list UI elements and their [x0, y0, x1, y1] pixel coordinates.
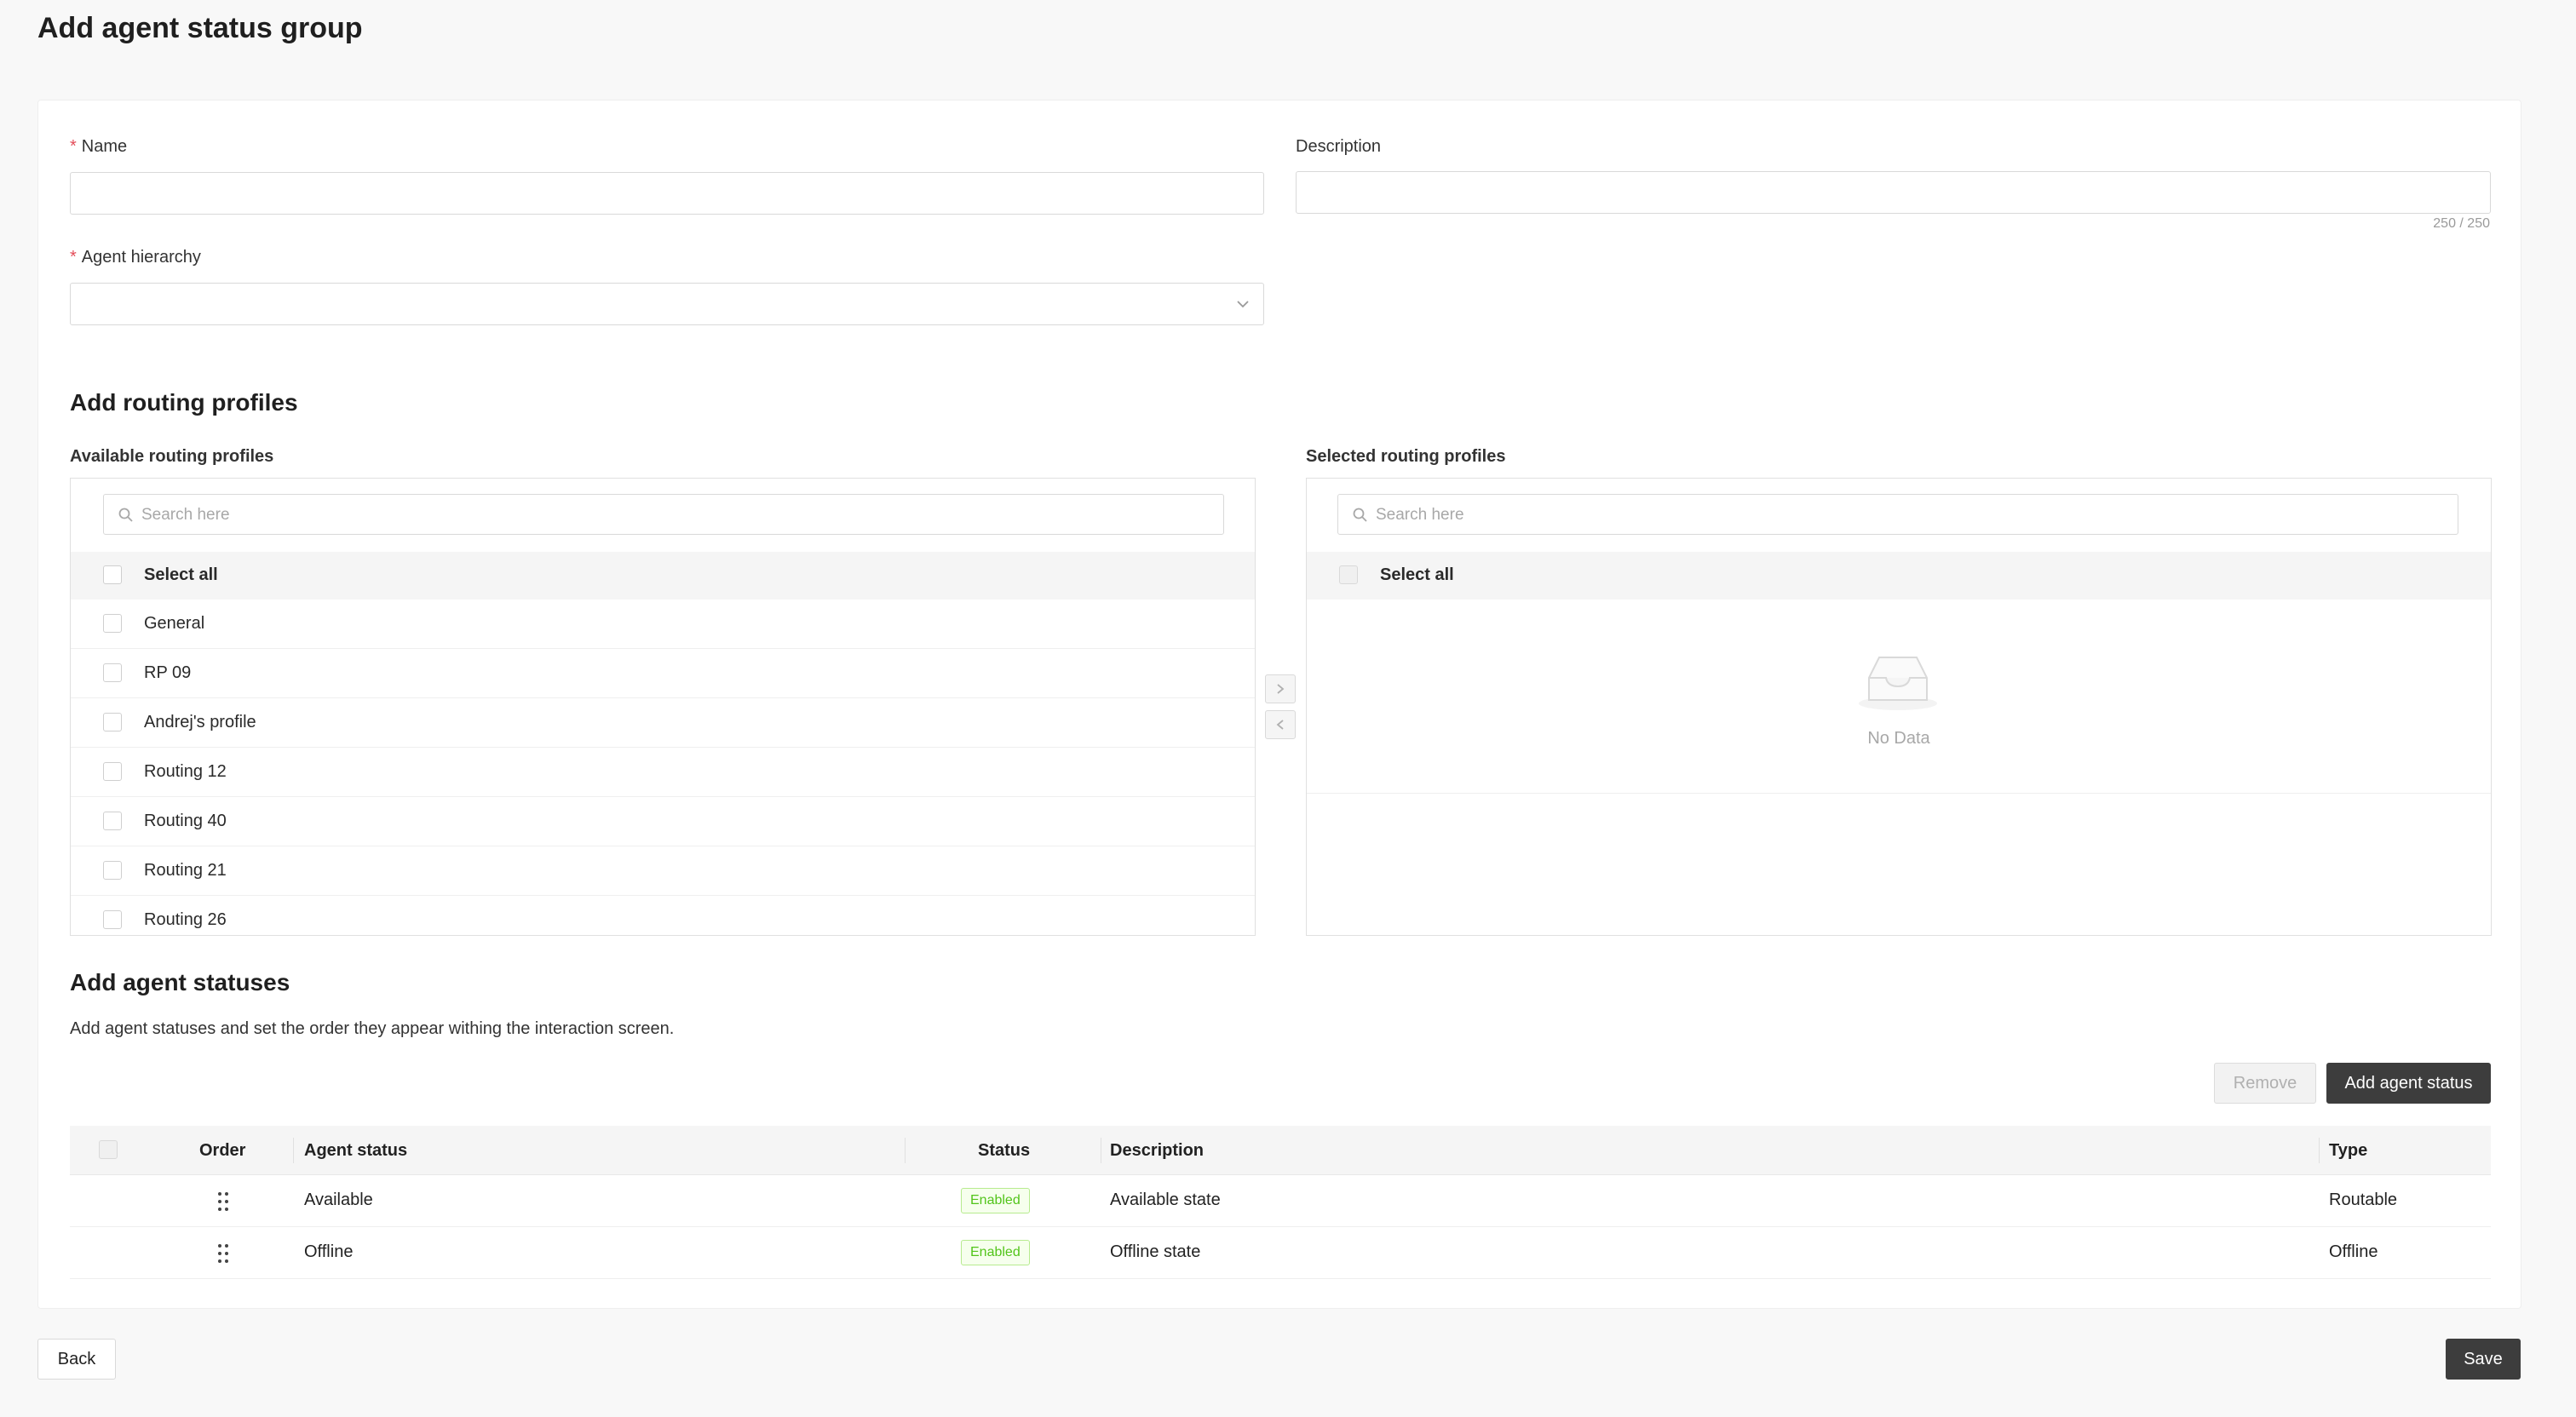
select-all-row: Select all	[1307, 552, 2491, 600]
agent-status-cell: Available	[304, 1190, 373, 1209]
available-profiles-label: Available routing profiles	[70, 447, 274, 466]
chevron-right-icon	[1277, 684, 1285, 694]
table-row[interactable]: Available Enabled Available state Routab…	[70, 1175, 2491, 1227]
search-icon	[118, 508, 133, 522]
description-cell: Offline state	[1110, 1242, 1201, 1261]
column-divider	[293, 1138, 294, 1163]
name-label: * Name	[70, 137, 127, 157]
list-item[interactable]: Routing 21	[71, 846, 1255, 896]
hierarchy-label-text: Agent hierarchy	[81, 248, 201, 267]
col-type: Type	[2329, 1141, 2368, 1160]
chevron-down-icon	[1237, 301, 1249, 308]
required-marker: *	[70, 137, 77, 156]
name-input[interactable]	[70, 172, 1264, 215]
save-button[interactable]: Save	[2446, 1339, 2521, 1380]
routing-section-title: Add routing profiles	[70, 389, 298, 416]
list-item-label: RP 09	[144, 663, 192, 682]
statuses-description: Add agent statuses and set the order the…	[70, 1019, 675, 1038]
type-cell: Routable	[2329, 1190, 2398, 1209]
empty-inbox-icon	[1859, 657, 1937, 710]
description-input[interactable]	[1296, 171, 2491, 214]
table-row[interactable]: Offline Enabled Offline state Offline	[70, 1227, 2491, 1279]
list-item[interactable]: Routing 26	[71, 896, 1255, 935]
col-status: Status	[978, 1141, 1031, 1160]
list-item-label: Routing 40	[144, 812, 227, 830]
selected-search-input[interactable]: Search here	[1337, 494, 2458, 535]
add-agent-status-button[interactable]: Add agent status	[2326, 1063, 2491, 1104]
form-card: * Name Description 250 / 250 * Agent hiera…	[37, 100, 2521, 1309]
required-marker: *	[70, 248, 77, 267]
list-item[interactable]: Routing 40	[71, 797, 1255, 846]
item-checkbox[interactable]	[103, 762, 122, 781]
name-label-text: Name	[81, 137, 128, 156]
list-item-label: Routing 12	[144, 762, 227, 781]
description-cell: Available state	[1110, 1190, 1221, 1209]
selected-profiles-list: Search here Select all No Data	[1306, 478, 2492, 936]
item-checkbox[interactable]	[103, 663, 122, 682]
item-checkbox[interactable]	[103, 910, 122, 929]
col-description: Description	[1110, 1141, 1205, 1160]
select-all-rows-checkbox[interactable]	[99, 1140, 118, 1159]
col-agent-status: Agent status	[304, 1141, 408, 1160]
list-item[interactable]: General	[71, 600, 1255, 649]
back-button[interactable]: Back	[37, 1339, 116, 1380]
available-search-input[interactable]: Search here	[103, 494, 1224, 535]
col-order: Order	[199, 1141, 246, 1160]
select-all-checkbox[interactable]	[103, 565, 122, 584]
move-left-button[interactable]	[1265, 710, 1296, 739]
no-data-text: No Data	[1867, 729, 1930, 748]
search-icon	[1353, 508, 1367, 522]
page-title: Add agent status group	[37, 12, 363, 44]
item-checkbox[interactable]	[103, 614, 122, 633]
column-divider	[2319, 1138, 2320, 1163]
search-placeholder: Search here	[141, 506, 230, 524]
list-item-label: Andrej's profile	[144, 713, 256, 731]
list-item[interactable]: RP 09	[71, 649, 1255, 698]
remove-button[interactable]: Remove	[2214, 1063, 2316, 1104]
drag-handle-icon[interactable]	[216, 1190, 230, 1213]
search-placeholder: Search here	[1376, 506, 1464, 524]
type-cell: Offline	[2329, 1242, 2378, 1261]
list-item-label: Routing 21	[144, 861, 227, 880]
chevron-left-icon	[1276, 720, 1284, 730]
empty-state: No Data	[1307, 600, 2491, 794]
hierarchy-label: * Agent hierarchy	[70, 248, 201, 267]
drag-handle-icon[interactable]	[216, 1242, 230, 1265]
status-badge: Enabled	[961, 1240, 1030, 1265]
available-profiles-list: Search here Select all General RP 09 And…	[70, 478, 1256, 936]
item-checkbox[interactable]	[103, 861, 122, 880]
status-badge: Enabled	[961, 1188, 1030, 1213]
list-item[interactable]: Routing 12	[71, 748, 1255, 797]
list-item-label: General	[144, 614, 205, 633]
item-checkbox[interactable]	[103, 812, 122, 830]
hierarchy-select[interactable]	[70, 283, 1264, 325]
description-counter: 250 / 250	[2433, 216, 2490, 231]
select-all-checkbox[interactable]	[1339, 565, 1358, 584]
move-right-button[interactable]	[1265, 674, 1296, 703]
statuses-section-title: Add agent statuses	[70, 969, 290, 995]
column-divider	[905, 1138, 906, 1163]
select-all-row: Select all	[71, 552, 1255, 600]
description-label: Description	[1296, 137, 1382, 156]
agent-status-cell: Offline	[304, 1242, 354, 1261]
select-all-label: Select all	[144, 565, 218, 584]
list-item[interactable]: Andrej's profile	[71, 698, 1255, 748]
table-header: Order Agent status Status Description Ty…	[70, 1126, 2491, 1175]
selected-profiles-label: Selected routing profiles	[1306, 447, 1506, 466]
item-checkbox[interactable]	[103, 713, 122, 731]
select-all-label: Select all	[1380, 565, 1454, 584]
list-item-label: Routing 26	[144, 910, 227, 929]
